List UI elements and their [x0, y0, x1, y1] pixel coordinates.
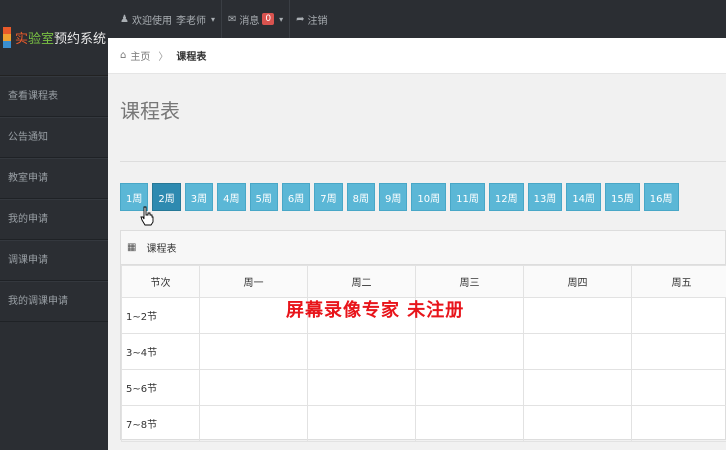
brand[interactable]: 实验室预约系统	[0, 0, 108, 76]
breadcrumb: ⌂ 主页 〉 课程表	[108, 38, 726, 74]
breadcrumb-current: 课程表	[176, 52, 207, 63]
schedule-cell[interactable]	[307, 405, 416, 442]
schedule-cell[interactable]	[523, 297, 632, 334]
week-button[interactable]: 4周	[217, 183, 246, 211]
panel-header: ▦ 课程表	[121, 231, 725, 265]
week-button[interactable]: 14周	[566, 183, 602, 211]
table-row: 3~4节	[121, 333, 726, 370]
schedule-cell[interactable]	[523, 405, 632, 442]
week-button[interactable]: 10周	[411, 183, 447, 211]
schedule-cell[interactable]	[415, 333, 524, 370]
week-button[interactable]: 12周	[488, 183, 524, 211]
schedule-panel: ▦ 课程表 节次 周一 周二 周三 周四 周五 1~2节 3~4节 5~6节 7~8节	[120, 230, 726, 442]
week-button[interactable]: 11周	[450, 183, 485, 211]
table-header-cell: 周三	[415, 265, 524, 298]
sidebar: 实验室预约系统 查看课程表 公告通知 教室申请 我的申请 调课申请 我的调课申请	[0, 0, 108, 450]
hand-cursor-icon	[140, 206, 154, 226]
watermark-text: 屏幕录像专家 未注册	[286, 300, 465, 321]
breadcrumb-separator: 〉	[158, 52, 169, 63]
week-button[interactable]: 9周	[379, 183, 408, 211]
week-button[interactable]: 3周	[184, 183, 214, 211]
user-menu[interactable]: ♟ 欢迎使用 李老师 ▾	[114, 0, 222, 38]
week-button[interactable]: 15周	[605, 183, 640, 211]
app-title: 实验室预约系统	[15, 32, 107, 47]
breadcrumb-home[interactable]: 主页	[130, 48, 150, 63]
week-button[interactable]: 7周	[314, 183, 343, 211]
week-selector: 1周 2周 3周 4周 5周 6周 7周 8周 9周 10周 11周 12周 13周 14周 15周 16周	[120, 183, 683, 211]
sidebar-item[interactable]: 公告通知	[0, 117, 108, 158]
table-row: 7~8节	[121, 405, 726, 442]
table-header-cell: 周五	[631, 265, 726, 298]
schedule-cell[interactable]	[415, 405, 524, 442]
app-logo-icon	[3, 26, 11, 49]
messages-label: 消息	[239, 15, 260, 27]
week-button[interactable]: 8周	[346, 183, 375, 211]
week-button[interactable]: 5周	[249, 183, 278, 211]
divider	[120, 161, 726, 162]
share-icon: ➦	[296, 13, 305, 25]
main-content: 课程表 1周 2周 3周 4周 5周 6周 7周 8周 9周 10周 11周 12周 13周 14周 15周…	[108, 75, 726, 450]
logout-link[interactable]: ➦ 注销	[290, 0, 333, 38]
table-row: 5~6节	[121, 369, 726, 406]
schedule-cell[interactable]	[631, 333, 726, 370]
schedule-cell[interactable]	[307, 369, 416, 406]
schedule-cell[interactable]	[199, 333, 308, 370]
period-cell: 3~4节	[121, 333, 200, 370]
sidebar-item[interactable]: 教室申请	[0, 158, 108, 199]
sidebar-item[interactable]: 调课申请	[0, 240, 108, 281]
messages-menu[interactable]: ✉ 消息 0 ▾	[222, 0, 291, 38]
welcome-text: 欢迎使用	[131, 15, 172, 27]
week-button[interactable]: 13周	[527, 183, 563, 211]
table-header-cell: 周一	[199, 265, 308, 298]
panel-title: 课程表	[146, 244, 177, 255]
schedule-cell[interactable]	[631, 297, 726, 334]
chevron-down-icon: ▾	[279, 14, 284, 24]
schedule-table: 节次 周一 周二 周三 周四 周五 1~2节 3~4节 5~6节 7~8节	[121, 265, 726, 442]
page-title: 课程表	[120, 99, 180, 123]
period-cell: 1~2节	[121, 297, 200, 334]
table-header-row: 节次 周一 周二 周三 周四 周五	[121, 265, 726, 298]
schedule-cell[interactable]	[523, 369, 632, 406]
schedule-cell[interactable]	[523, 333, 632, 370]
user-name: 李老师	[175, 15, 206, 27]
chevron-down-icon: ▾	[210, 14, 215, 24]
user-icon: ♟	[120, 13, 129, 25]
grid-icon: ▦	[127, 242, 137, 253]
sidebar-item[interactable]: 我的调课申请	[0, 281, 108, 322]
table-header-cell: 节次	[121, 265, 200, 298]
schedule-cell[interactable]	[631, 369, 726, 406]
table-header-cell: 周二	[307, 265, 416, 298]
sidebar-item[interactable]: 查看课程表	[0, 76, 108, 117]
week-button[interactable]: 6周	[281, 183, 311, 211]
table-header-cell: 周四	[523, 265, 632, 298]
schedule-cell[interactable]	[199, 405, 308, 442]
schedule-cell[interactable]	[415, 369, 524, 406]
logout-label: 注销	[307, 15, 328, 27]
period-cell: 5~6节	[121, 369, 200, 406]
messages-count-badge: 0	[262, 13, 275, 25]
schedule-cell[interactable]	[307, 333, 416, 370]
mail-icon: ✉	[227, 13, 237, 25]
schedule-cell[interactable]	[631, 405, 726, 442]
home-icon: ⌂	[120, 50, 127, 61]
sidebar-item[interactable]: 我的申请	[0, 199, 108, 240]
week-button[interactable]: 16周	[643, 183, 679, 211]
top-navbar: ♟ 欢迎使用 李老师 ▾ ✉ 消息 0 ▾ ➦ 注销	[108, 0, 726, 38]
schedule-cell[interactable]	[199, 369, 308, 406]
period-cell: 7~8节	[121, 405, 200, 442]
week-button[interactable]: 2周	[152, 183, 181, 211]
